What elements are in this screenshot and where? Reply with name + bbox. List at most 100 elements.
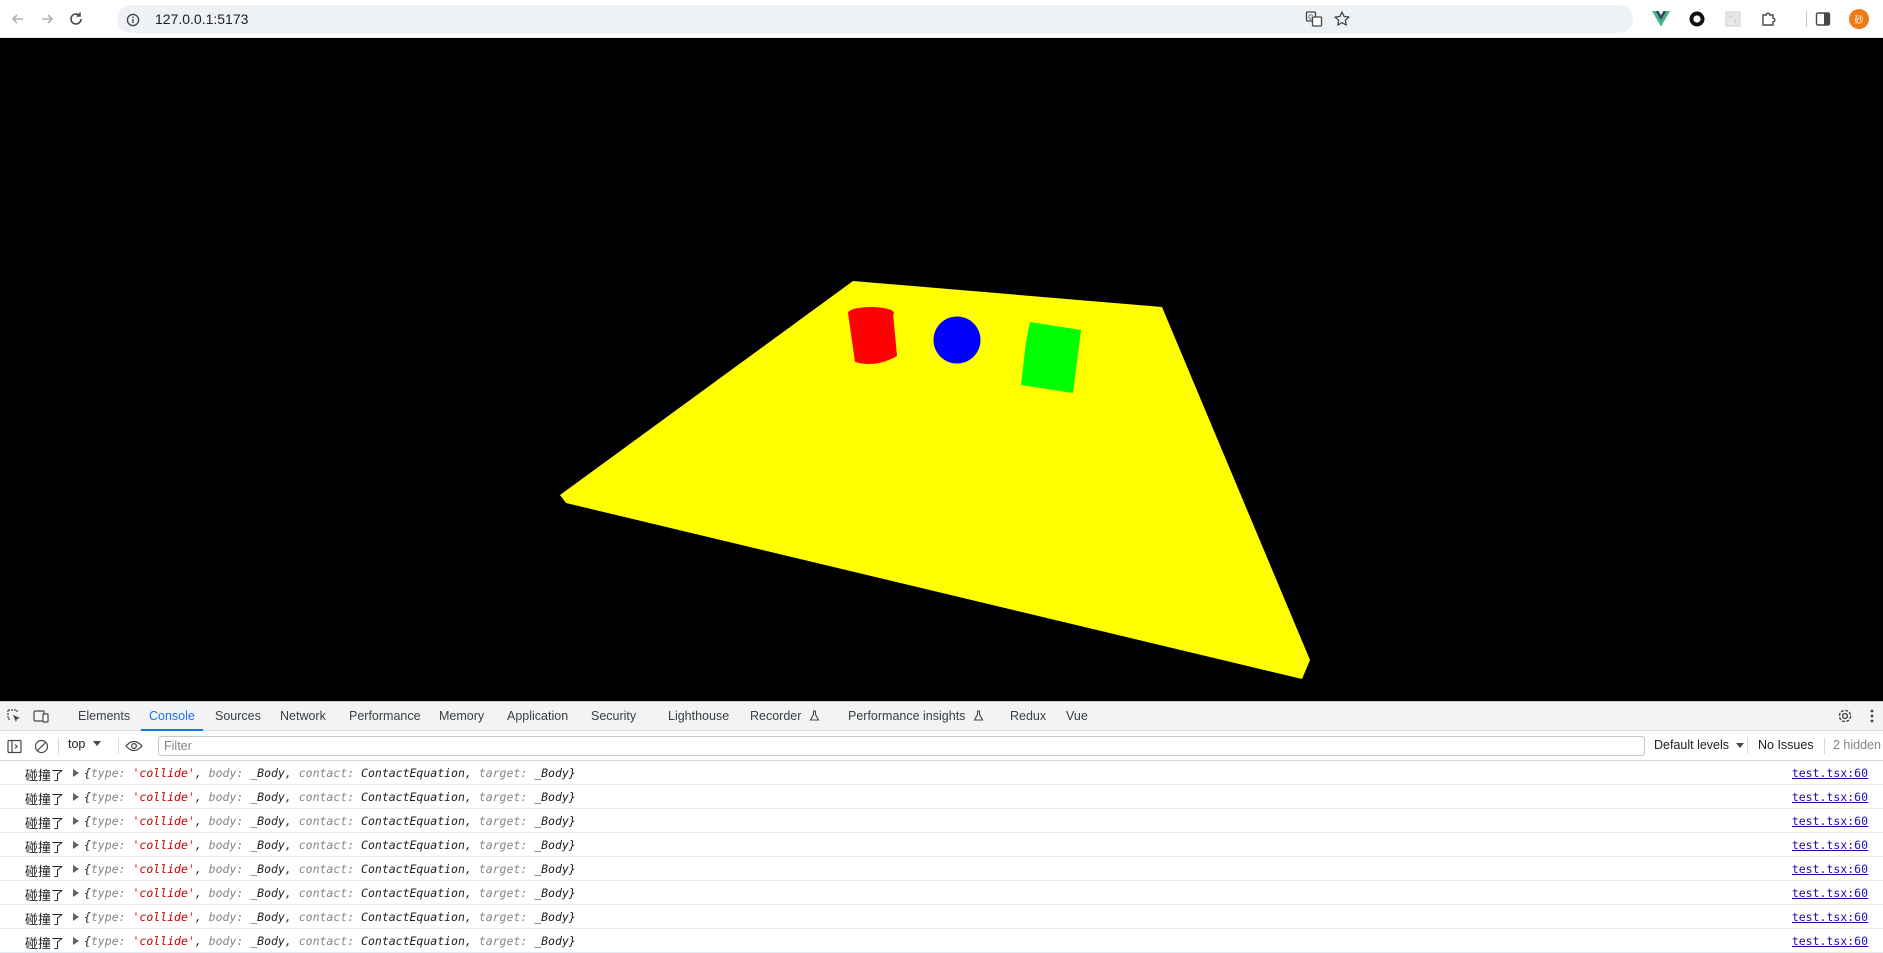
console-message[interactable]: 碰撞了 {type: 'collide', body: _Body, conta… (0, 905, 1883, 929)
arrow-left-icon (11, 14, 23, 24)
obj-value: _Body (250, 814, 285, 828)
source-link[interactable]: test.tsx:60 (1792, 814, 1868, 828)
tab-recorder-label: Recorder (750, 709, 802, 723)
source-link[interactable]: test.tsx:60 (1792, 790, 1868, 804)
tab-network[interactable]: Network (280, 702, 326, 731)
browser-toolbar: 127.0.0.1:5173 G 砂 (0, 0, 1883, 38)
log-object-preview[interactable]: {type: 'collide', body: _Body, contact: … (84, 838, 576, 852)
console-message[interactable]: 碰撞了 {type: 'collide', body: _Body, conta… (0, 809, 1883, 833)
log-object-preview[interactable]: {type: 'collide', body: _Body, contact: … (84, 790, 576, 804)
source-link[interactable]: test.tsx:60 (1792, 934, 1868, 948)
obj-value: 'collide' (132, 838, 195, 852)
tab-performance-insights[interactable]: Performance insights (848, 702, 984, 731)
tab-elements[interactable]: Elements (78, 702, 130, 731)
log-levels-dropdown[interactable]: Default levels (1654, 738, 1744, 752)
obj-value: _Body (534, 886, 569, 900)
tab-sources[interactable]: Sources (215, 702, 261, 731)
source-link[interactable]: test.tsx:60 (1792, 910, 1868, 924)
console-filter-input[interactable]: Filter (158, 736, 1645, 756)
site-info-icon[interactable] (126, 12, 140, 27)
webgl-canvas[interactable] (0, 38, 1883, 701)
expand-triangle-icon[interactable] (73, 913, 79, 921)
live-expression-eye-icon[interactable] (124, 738, 144, 754)
device-toolbar-icon[interactable] (33, 708, 49, 724)
flask-icon (973, 710, 984, 721)
source-link[interactable]: test.tsx:60 (1792, 886, 1868, 900)
tab-console[interactable]: Console (141, 702, 203, 731)
obj-key: body (208, 862, 237, 876)
log-object-preview[interactable]: {type: 'collide', body: _Body, contact: … (84, 862, 576, 876)
translate-icon[interactable]: G (1305, 10, 1323, 28)
obj-value: _Body (534, 790, 569, 804)
address-bar[interactable]: 127.0.0.1:5173 G (117, 5, 1633, 33)
expand-triangle-icon[interactable] (73, 937, 79, 945)
console-messages: 碰撞了 {type: 'collide', body: _Body, conta… (0, 761, 1883, 953)
source-link[interactable]: test.tsx:60 (1792, 862, 1868, 876)
log-object-preview[interactable]: {type: 'collide', body: _Body, contact: … (84, 934, 576, 948)
obj-value: ContactEquation (361, 886, 465, 900)
hidden-messages-count: 2 hidden (1833, 738, 1881, 752)
source-link[interactable]: test.tsx:60 (1792, 838, 1868, 852)
obj-key: target (478, 766, 521, 780)
profile-avatar[interactable]: 砂 (1849, 9, 1869, 29)
url-text[interactable]: 127.0.0.1:5173 (155, 11, 248, 27)
extension-circle-icon[interactable] (1688, 10, 1706, 28)
tab-recorder[interactable]: Recorder (750, 702, 820, 731)
tab-application[interactable]: Application (507, 702, 568, 731)
vue-devtools-extension-icon[interactable] (1652, 10, 1670, 28)
tab-performance[interactable]: Performance (349, 702, 421, 731)
issues-counter[interactable]: No Issues (1758, 738, 1814, 752)
obj-value: ContactEquation (361, 766, 465, 780)
tab-memory[interactable]: Memory (439, 702, 484, 731)
inspect-element-icon[interactable] (6, 708, 22, 724)
obj-value: _Body (250, 886, 285, 900)
back-button[interactable] (8, 9, 28, 29)
reload-button[interactable] (66, 9, 86, 29)
expand-triangle-icon[interactable] (73, 889, 79, 897)
context-selector[interactable]: top (68, 737, 102, 751)
obj-key: body (208, 790, 237, 804)
settings-gear-icon[interactable] (1837, 708, 1853, 724)
console-message[interactable]: 碰撞了 {type: 'collide', body: _Body, conta… (0, 881, 1883, 905)
obj-key: contact (298, 886, 348, 900)
obj-value: _Body (534, 910, 569, 924)
expand-triangle-icon[interactable] (73, 817, 79, 825)
obj-key: contact (298, 814, 348, 828)
expand-triangle-icon[interactable] (73, 865, 79, 873)
console-message[interactable]: 碰撞了 {type: 'collide', body: _Body, conta… (0, 929, 1883, 953)
sidebar-toggle-icon[interactable] (6, 738, 22, 754)
arrow-right-icon (42, 14, 54, 24)
bookmark-star-icon[interactable] (1333, 10, 1351, 28)
green-box (1021, 322, 1081, 393)
obj-value: ContactEquation (361, 790, 465, 804)
expand-triangle-icon[interactable] (73, 769, 79, 777)
console-message[interactable]: 碰撞了 {type: 'collide', body: _Body, conta… (0, 761, 1883, 785)
clear-console-icon[interactable] (33, 738, 49, 754)
tab-security[interactable]: Security (591, 702, 636, 731)
obj-value: _Body (534, 766, 569, 780)
extension-grid-icon[interactable] (1724, 10, 1742, 28)
red-cylinder (848, 307, 897, 364)
more-options-icon[interactable] (1864, 708, 1880, 724)
log-object-preview[interactable]: {type: 'collide', body: _Body, contact: … (84, 814, 576, 828)
tab-vue[interactable]: Vue (1066, 702, 1088, 731)
obj-value: _Body (250, 838, 285, 852)
tab-redux[interactable]: Redux (1010, 702, 1046, 731)
log-prefix: 碰撞了 (25, 769, 65, 784)
forward-button[interactable] (37, 9, 57, 29)
console-message[interactable]: 碰撞了 {type: 'collide', body: _Body, conta… (0, 833, 1883, 857)
expand-triangle-icon[interactable] (73, 841, 79, 849)
expand-triangle-icon[interactable] (73, 793, 79, 801)
log-object-preview[interactable]: {type: 'collide', body: _Body, contact: … (84, 766, 576, 780)
obj-key: target (478, 838, 521, 852)
log-object-preview[interactable]: {type: 'collide', body: _Body, contact: … (84, 910, 576, 924)
log-object-preview[interactable]: {type: 'collide', body: _Body, contact: … (84, 886, 576, 900)
obj-key: body (208, 766, 237, 780)
source-link[interactable]: test.tsx:60 (1792, 766, 1868, 780)
side-panel-icon[interactable] (1814, 10, 1832, 28)
console-message[interactable]: 碰撞了 {type: 'collide', body: _Body, conta… (0, 785, 1883, 809)
console-message[interactable]: 碰撞了 {type: 'collide', body: _Body, conta… (0, 857, 1883, 881)
tab-performance-insights-label: Performance insights (848, 709, 966, 723)
tab-lighthouse[interactable]: Lighthouse (668, 702, 729, 731)
extensions-puzzle-icon[interactable] (1760, 10, 1778, 28)
